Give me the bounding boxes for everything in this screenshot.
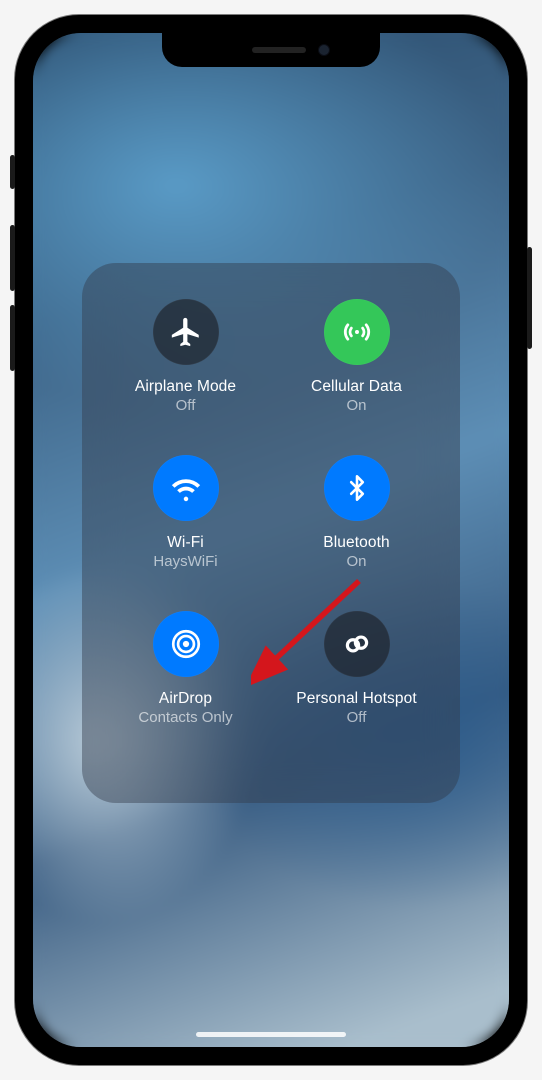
connectivity-panel: Airplane Mode Off Cellular Data On <box>82 263 460 803</box>
screen: Airplane Mode Off Cellular Data On <box>33 33 509 1047</box>
bluetooth-label: Bluetooth <box>323 533 389 552</box>
bluetooth-icon <box>324 455 390 521</box>
notch <box>162 33 380 67</box>
airdrop-status: Contacts Only <box>138 708 232 728</box>
cellular-data-button[interactable]: Cellular Data On <box>271 299 442 455</box>
bluetooth-button[interactable]: Bluetooth On <box>271 455 442 611</box>
wifi-button[interactable]: Wi-Fi HaysWiFi <box>100 455 271 611</box>
airplane-status: Off <box>176 396 196 416</box>
wifi-icon <box>153 455 219 521</box>
front-camera <box>318 44 330 56</box>
airdrop-label: AirDrop <box>159 689 212 708</box>
cellular-label: Cellular Data <box>311 377 402 396</box>
power-button <box>527 247 532 349</box>
airplane-icon <box>153 299 219 365</box>
home-indicator[interactable] <box>196 1032 346 1037</box>
volume-up-button <box>10 225 15 291</box>
wifi-label: Wi-Fi <box>167 533 204 552</box>
airplane-mode-button[interactable]: Airplane Mode Off <box>100 299 271 455</box>
airplane-label: Airplane Mode <box>135 377 236 396</box>
hotspot-icon <box>324 611 390 677</box>
mute-switch <box>10 155 15 189</box>
volume-down-button <box>10 305 15 371</box>
hotspot-label: Personal Hotspot <box>296 689 417 708</box>
wifi-status: HaysWiFi <box>153 552 217 572</box>
cellular-icon <box>324 299 390 365</box>
iphone-frame: Airplane Mode Off Cellular Data On <box>15 15 527 1065</box>
personal-hotspot-button[interactable]: Personal Hotspot Off <box>271 611 442 767</box>
airdrop-icon <box>153 611 219 677</box>
bluetooth-status: On <box>346 552 366 572</box>
cellular-status: On <box>346 396 366 416</box>
hotspot-status: Off <box>347 708 367 728</box>
speaker-grille <box>252 47 306 53</box>
airdrop-button[interactable]: AirDrop Contacts Only <box>100 611 271 767</box>
